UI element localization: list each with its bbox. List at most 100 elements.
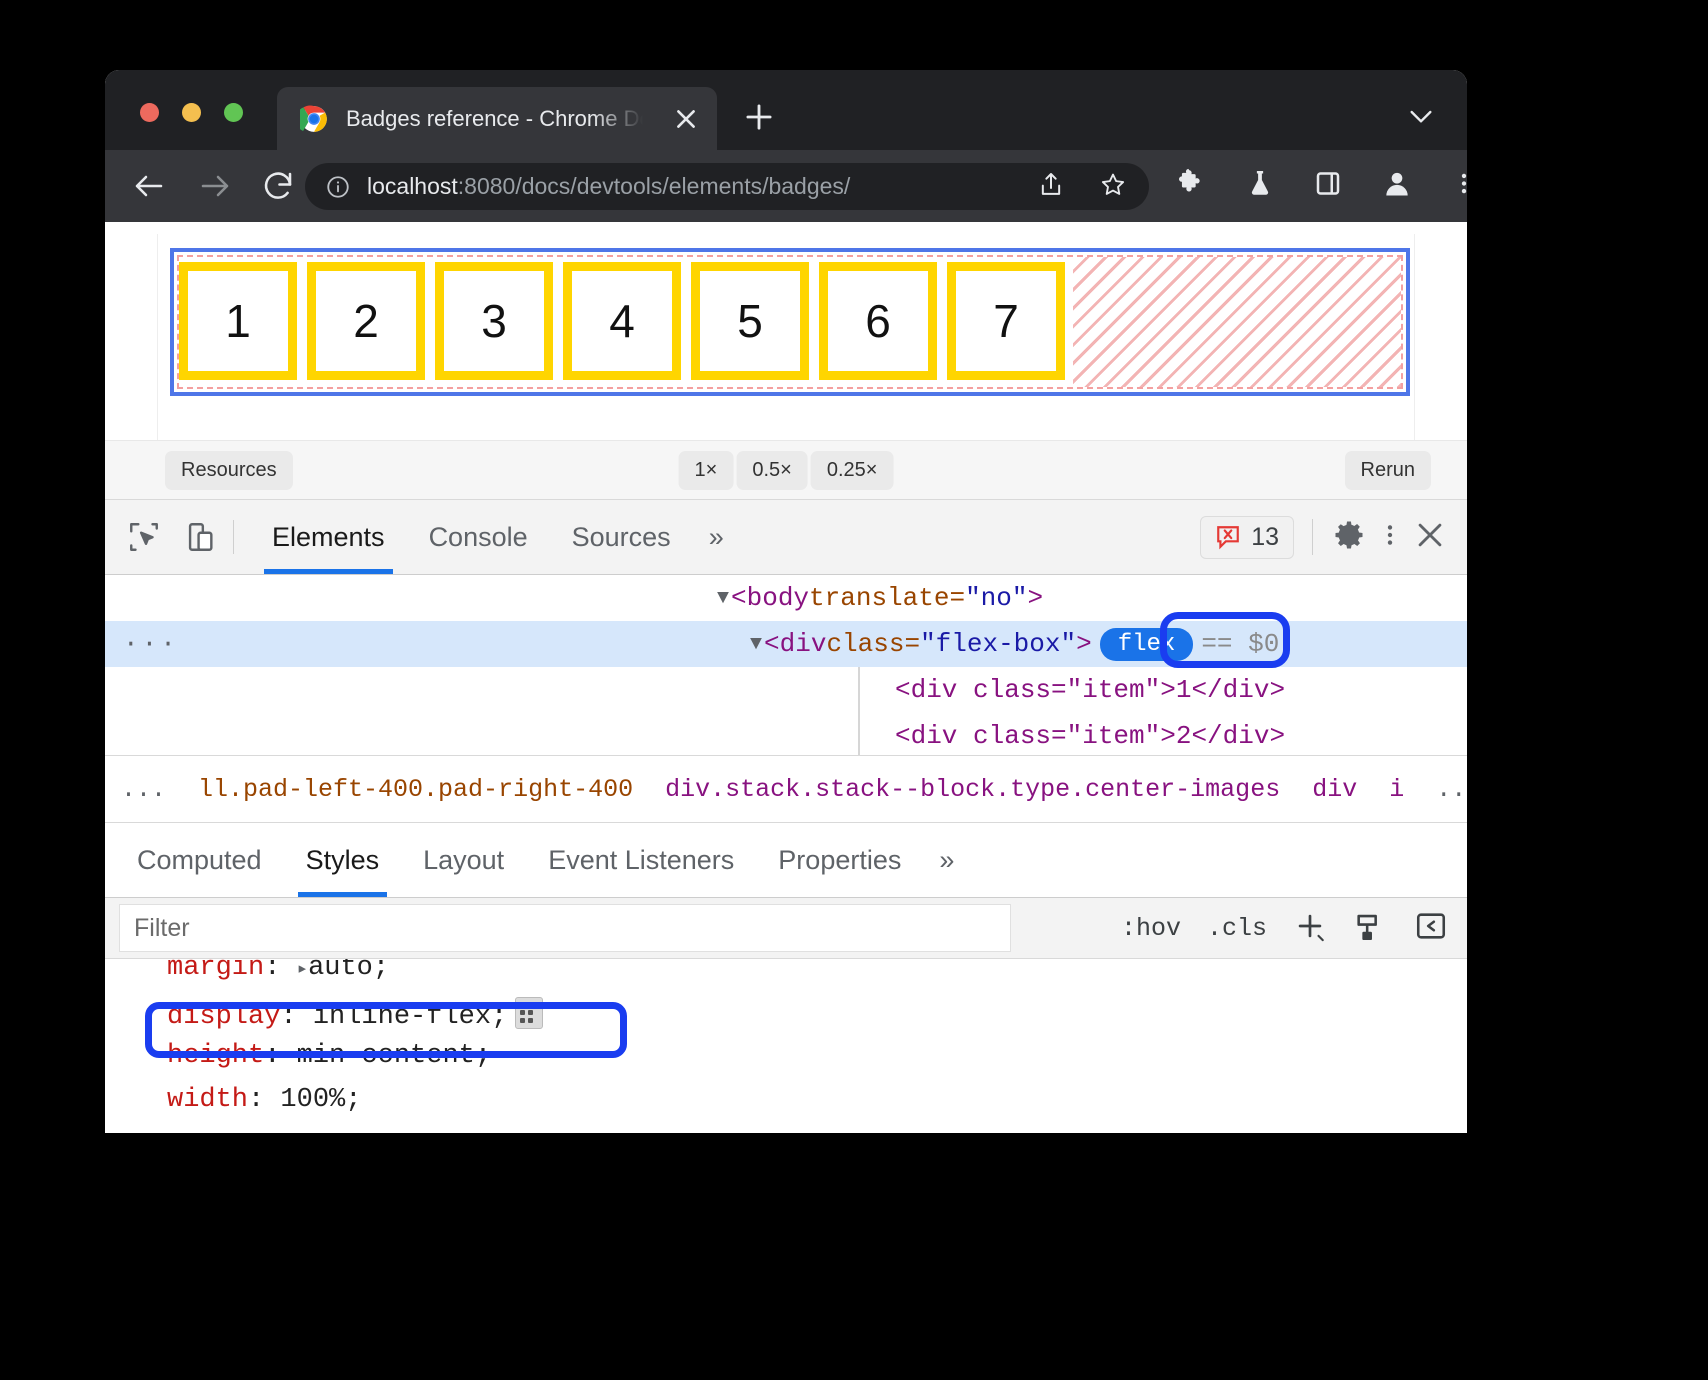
maximize-window-button[interactable] (224, 103, 243, 122)
tab-event-listeners[interactable]: Event Listeners (526, 823, 756, 897)
styles-sidebar-tab-bar: Computed Styles Layout Event Listeners P… (105, 823, 1467, 898)
back-arrow-icon[interactable] (131, 168, 167, 204)
dom-node-text: <div class="item">1</div> (895, 675, 1285, 705)
kebab-menu-icon[interactable] (1377, 518, 1403, 557)
zoom-level-group: 1× 0.5× 0.25× (679, 451, 894, 490)
tab-computed[interactable]: Computed (115, 823, 284, 897)
toolbar-divider (1312, 519, 1313, 555)
flask-icon[interactable] (1245, 169, 1275, 204)
hov-button[interactable]: :hov (1121, 914, 1181, 943)
resources-toolbar: Resources 1× 0.5× 0.25× Rerun (105, 441, 1467, 500)
cls-button[interactable]: .cls (1207, 914, 1267, 943)
dom-node-item-2[interactable]: <div class="item">2</div> (105, 713, 1467, 759)
display-declaration-highlight-annotation (145, 1002, 627, 1058)
flex-item: 5 (691, 262, 809, 380)
css-property-name[interactable]: margin (167, 959, 264, 983)
dom-tag-close: > (1027, 583, 1043, 613)
forward-arrow-icon[interactable] (197, 168, 233, 204)
dom-attr-value: "flex-box" (920, 629, 1076, 659)
puzzle-piece-icon[interactable] (1175, 168, 1207, 205)
new-style-rule-button[interactable] (1293, 909, 1327, 948)
close-icon[interactable] (673, 106, 699, 132)
styles-filter-actions: :hov .cls (1121, 909, 1449, 948)
flex-item: 7 (947, 262, 1065, 380)
flex-badge-highlight-annotation (1160, 612, 1290, 668)
filter-placeholder: Filter (134, 914, 190, 943)
error-square-icon (1215, 524, 1241, 550)
address-bar[interactable]: localhost:8080/docs/devtools/elements/ba… (305, 163, 1149, 210)
breadcrumb-overflow-left[interactable]: ... (105, 775, 182, 804)
kebab-menu-icon[interactable] (1451, 169, 1467, 204)
zoom-05x-button[interactable]: 0.5× (736, 451, 807, 490)
breadcrumb-item[interactable]: div.stack.stack--block.type.center-image… (649, 775, 1296, 804)
window-traffic-lights (140, 103, 243, 122)
chevron-down-icon[interactable] (1405, 100, 1437, 132)
styles-filter-row: Filter :hov .cls (105, 898, 1467, 959)
error-count: 13 (1251, 523, 1279, 552)
page-viewport: 1 2 3 4 5 6 7 (105, 222, 1467, 441)
tab-elements[interactable]: Elements (250, 500, 407, 574)
url-path: :8080/docs/devtools/elements/badges/ (458, 173, 851, 199)
expand-triangle-icon[interactable]: ▼ (717, 587, 729, 610)
side-panel-icon[interactable] (1313, 169, 1343, 204)
tab-console[interactable]: Console (407, 500, 550, 574)
share-icon[interactable] (1037, 170, 1065, 203)
free-space-hatch (1073, 257, 1401, 387)
gear-icon[interactable] (1331, 517, 1367, 558)
zoom-025x-button[interactable]: 0.25× (811, 451, 894, 490)
screenshot-root: Badges reference - Chrome De (0, 0, 1708, 1380)
breadcrumb: ... ll.pad-left-400.pad-right-400 div.st… (105, 756, 1467, 823)
new-style-rule-icon[interactable] (1353, 909, 1387, 948)
extension-icons (1175, 168, 1467, 205)
collapse-sidebar-icon[interactable] (1413, 909, 1449, 948)
breadcrumb-item[interactable]: i (1373, 775, 1420, 804)
tab-styles[interactable]: Styles (284, 823, 402, 897)
url-host: localhost (367, 173, 458, 199)
dom-node-text: <div class="item">2</div> (895, 721, 1285, 751)
close-icon[interactable] (1413, 518, 1447, 557)
tab-layout[interactable]: Layout (401, 823, 526, 897)
filter-input[interactable]: Filter (119, 904, 1011, 952)
error-count-badge[interactable]: 13 (1200, 516, 1294, 559)
reload-icon[interactable] (260, 168, 296, 204)
more-sidebar-tabs-button[interactable]: » (923, 845, 970, 876)
css-property-value[interactable]: 100%; (280, 1085, 361, 1115)
css-declaration-margin[interactable]: margin: ▸auto; (167, 959, 389, 983)
expand-triangle-icon[interactable]: ▼ (750, 633, 762, 656)
info-circle-icon[interactable] (325, 174, 351, 200)
dom-tag-name: <div (764, 629, 826, 659)
browser-tab[interactable]: Badges reference - Chrome De (277, 87, 717, 150)
close-window-button[interactable] (140, 103, 159, 122)
new-tab-button[interactable] (740, 98, 778, 136)
star-icon[interactable] (1099, 170, 1127, 203)
inspect-cursor-icon[interactable] (127, 520, 161, 554)
expand-triangle-icon[interactable]: ▸ (297, 959, 308, 980)
tab-sources[interactable]: Sources (550, 500, 693, 574)
row-more-ellipsis[interactable]: ··· (123, 629, 179, 659)
css-property-value[interactable]: auto; (308, 959, 389, 983)
dom-attr-name: translate= (809, 583, 965, 613)
profile-avatar-icon[interactable] (1381, 168, 1413, 205)
rerun-button[interactable]: Rerun (1345, 451, 1431, 490)
chrome-logo-icon (300, 105, 328, 133)
zoom-1x-button[interactable]: 1× (679, 451, 734, 490)
more-tabs-button[interactable]: » (693, 522, 740, 553)
toolbar-divider (233, 520, 234, 554)
omnibox-actions (1037, 170, 1127, 203)
flex-item: 1 (179, 262, 297, 380)
tab-properties[interactable]: Properties (756, 823, 923, 897)
breadcrumb-overflow-right[interactable]: ... (1420, 775, 1467, 804)
resources-button[interactable]: Resources (165, 451, 293, 490)
device-toolbar-icon[interactable] (183, 520, 217, 554)
devtools-toolbar-right: 13 (1200, 516, 1447, 559)
dom-tag-close: > (1076, 629, 1092, 659)
dom-attr-name: class= (826, 629, 920, 659)
breadcrumb-item[interactable]: div (1296, 775, 1373, 804)
navigation-bar: localhost:8080/docs/devtools/elements/ba… (105, 150, 1467, 222)
page-content: 1 2 3 4 5 6 7 (157, 234, 1415, 440)
breadcrumb-item[interactable]: ll.pad-left-400.pad-right-400 (182, 775, 649, 804)
css-declaration-width[interactable]: width: 100%; (167, 1085, 361, 1115)
css-property-name[interactable]: width (167, 1085, 248, 1115)
minimize-window-button[interactable] (182, 103, 201, 122)
dom-node-item-1[interactable]: <div class="item">1</div> (105, 667, 1467, 713)
